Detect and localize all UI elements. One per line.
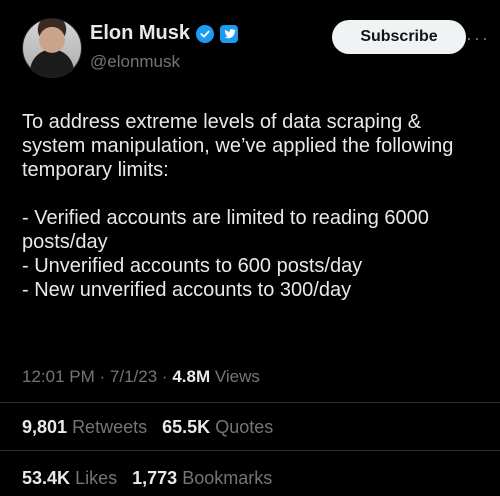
author-name-row: Elon Musk — [90, 22, 239, 45]
meta-separator: · — [99, 367, 106, 386]
likes-stat[interactable]: 53.4K Likes — [22, 468, 122, 488]
views-label: Views — [214, 367, 260, 386]
verified-badge-icon — [196, 24, 215, 43]
retweets-label: Retweets — [72, 417, 148, 437]
quotes-label: Quotes — [215, 417, 274, 437]
tweet-date[interactable]: 7/1/23 — [110, 367, 157, 386]
divider — [0, 402, 500, 403]
bookmarks-label: Bookmarks — [182, 468, 273, 488]
likes-label: Likes — [75, 468, 118, 488]
engagement-row-2: 53.4K Likes 1,773 Bookmarks — [22, 468, 272, 489]
views-count: 4.8M — [172, 367, 211, 386]
bookmarks-stat[interactable]: 1,773 Bookmarks — [132, 468, 272, 488]
engagement-row-1: 9,801 Retweets 65.5K Quotes — [22, 417, 273, 438]
tweet-header: Elon Musk @elonmusk Subscribe ··· — [22, 18, 488, 80]
subscribe-button[interactable]: Subscribe — [332, 20, 466, 54]
bookmarks-count: 1,773 — [132, 468, 178, 488]
author-name[interactable]: Elon Musk — [90, 22, 190, 45]
more-horizontal-icon[interactable]: ··· — [466, 28, 490, 49]
divider — [0, 450, 500, 451]
tweet-text: To address extreme levels of data scrapi… — [22, 111, 454, 301]
tweet-meta: 12:01 PM · 7/1/23 · 4.8M Views — [22, 367, 260, 387]
author-handle[interactable]: @elonmusk — [90, 52, 180, 72]
likes-count: 53.4K — [22, 468, 71, 488]
tweet-time[interactable]: 12:01 PM — [22, 367, 95, 386]
avatar[interactable] — [22, 18, 82, 78]
meta-separator: · — [161, 367, 168, 386]
twitter-bird-icon — [220, 24, 239, 43]
retweets-stat[interactable]: 9,801 Retweets — [22, 417, 152, 437]
quotes-count: 65.5K — [162, 417, 211, 437]
quotes-stat[interactable]: 65.5K Quotes — [162, 417, 273, 437]
retweets-count: 9,801 — [22, 417, 68, 437]
